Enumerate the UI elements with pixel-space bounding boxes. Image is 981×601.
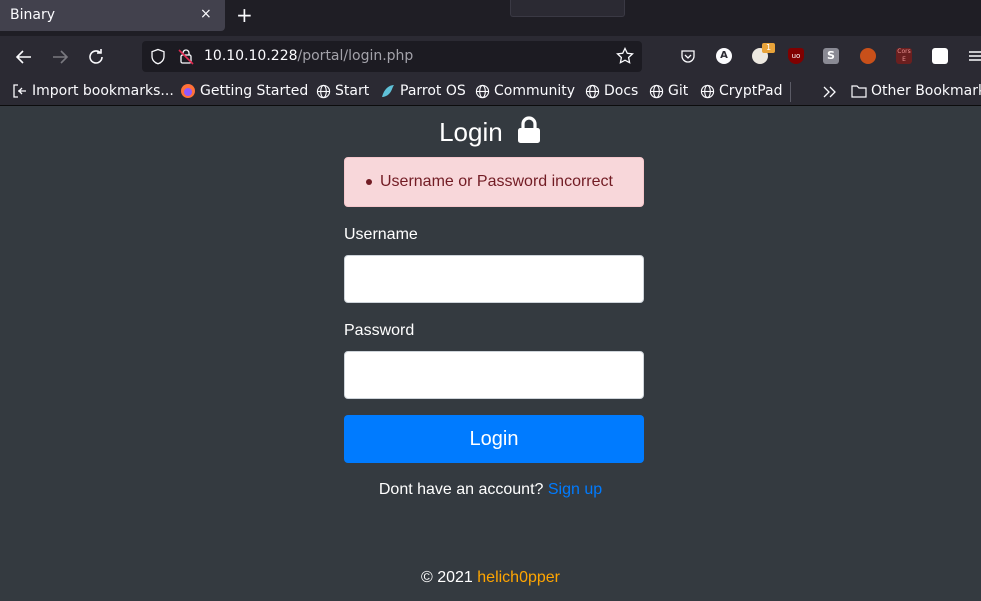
password-input[interactable] [344,351,644,399]
bookmark-start[interactable]: Start [316,83,369,99]
cors-extension-icon[interactable]: Cors E [896,48,912,64]
signup-prompt-line: Dont have an account? Sign up [0,481,981,499]
parrot-icon [382,85,394,97]
firefox-icon [181,84,195,98]
pocket-icon[interactable] [680,48,696,64]
bookmark-label: Community [494,83,576,99]
password-label: Password [344,322,415,339]
globe-icon [316,84,331,98]
url-bar[interactable]: 10.10.10.228/portal/login.php [142,41,642,72]
username-input[interactable] [344,255,644,303]
tab-binary[interactable]: Binary × [0,0,225,31]
bookmark-docs[interactable]: Docs [585,83,638,99]
bookmark-getting-started[interactable]: Getting Started [180,83,308,99]
close-tab-icon[interactable]: × [200,6,212,22]
lock-icon [517,116,540,143]
bookmark-label: Git [668,83,689,99]
translate-extension-icon[interactable]: A [716,48,732,64]
other-bookmarks-folder[interactable]: Other Bookmarks [851,83,981,99]
other-bookmarks-label: Other Bookmarks [871,83,981,99]
chevron-double-right-icon[interactable] [822,85,838,99]
bookmark-star-icon[interactable] [616,47,634,65]
menu-icon[interactable] [967,48,981,64]
error-message: Username or Password incorrect [380,173,613,190]
tab-title: Binary [10,7,55,23]
bookmark-parrot-os[interactable]: Parrot OS [380,83,466,99]
back-arrow-icon[interactable] [12,45,36,69]
signup-prompt: Dont have an account? [378,481,544,498]
new-tab-button[interactable]: + [236,4,253,26]
username-label: Username [344,226,418,243]
qr-code-icon[interactable] [932,48,948,64]
import-icon [13,84,26,98]
author-name: helich0pper [477,569,560,586]
page-title: Login [0,116,981,148]
login-button[interactable]: Login [344,415,644,463]
bookmarks-toolbar: Import bookmarks... Getting Started Star… [0,78,981,106]
copyright-text: © 2021 [420,569,473,586]
bookmark-git[interactable]: Git [649,83,688,99]
error-alert: Username or Password incorrect [344,157,644,207]
globe-icon [700,84,715,98]
tab-tooltip-shadow [510,0,625,17]
url-path: /portal/login.php [297,48,414,64]
login-heading: Login [439,117,503,147]
url-text[interactable]: 10.10.10.228/portal/login.php [204,48,413,64]
globe-icon [585,84,600,98]
url-host: 10.10.10.228 [204,48,298,64]
bookmark-separator [790,82,791,102]
reload-icon[interactable] [84,45,108,69]
bookmark-label: CryptPad [719,83,783,99]
signup-link[interactable]: Sign up [548,481,602,498]
tab-strip: Binary × + [0,0,981,36]
bullet-icon [366,179,372,185]
bookmark-import[interactable]: Import bookmarks... [12,83,174,99]
folder-icon [851,85,867,98]
bookmark-label: Getting Started [200,83,309,99]
shield-icon[interactable] [150,48,166,65]
bookmark-label: Docs [604,83,639,99]
s-extension-icon[interactable]: S [823,48,839,64]
bookmark-label: Start [335,83,370,99]
insecure-lock-icon[interactable] [178,48,194,65]
cookie-extension-icon[interactable] [860,48,876,64]
bookmark-community[interactable]: Community [475,83,575,99]
nav-toolbar: 10.10.10.228/portal/login.php A 1 uo S C… [0,36,981,78]
forward-arrow-icon[interactable] [48,45,72,69]
globe-icon [475,84,490,98]
bookmark-cryptpad[interactable]: CryptPad [700,83,782,99]
bookmark-label: Parrot OS [400,83,466,99]
bookmark-label: Import bookmarks... [32,83,174,99]
ublock-origin-icon[interactable]: uo [788,48,804,64]
footer: © 2021 helich0pper [0,569,981,587]
globe-icon [649,84,664,98]
extension-badge: 1 [762,43,775,53]
